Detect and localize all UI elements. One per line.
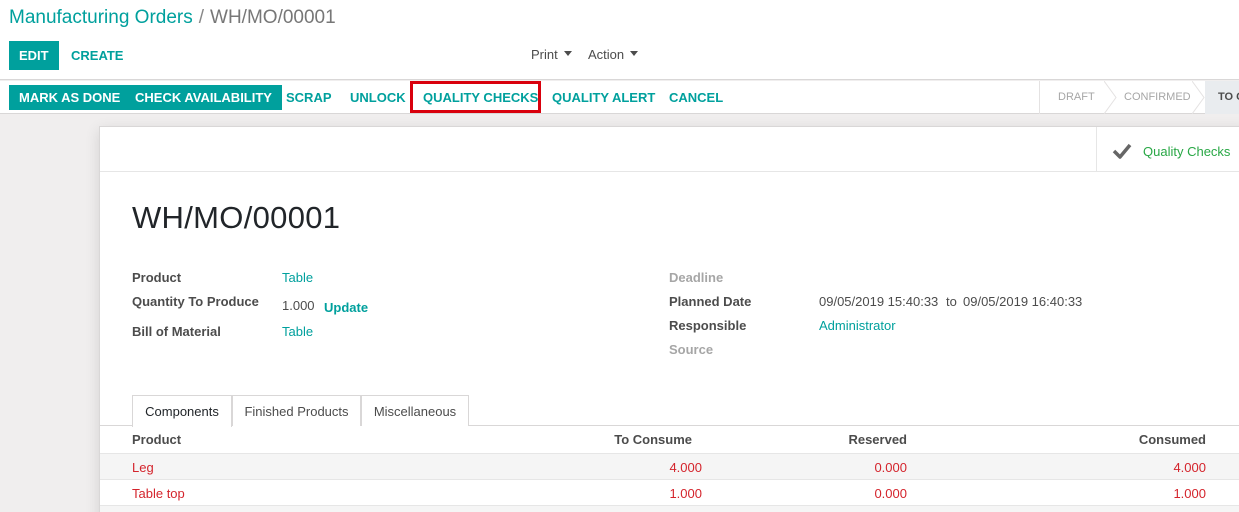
quantity-label: Quantity To Produce — [132, 294, 259, 309]
tab-miscellaneous[interactable]: Miscellaneous — [361, 395, 469, 426]
column-header-consumed[interactable]: Consumed — [1066, 432, 1206, 447]
quality-checks-smart-label: Quality Checks — [1143, 144, 1231, 159]
stage-confirmed[interactable]: CONFIRMED — [1124, 81, 1191, 114]
column-header-to-consume[interactable]: To Consume — [552, 432, 692, 447]
responsible-field[interactable]: Administrator — [819, 318, 896, 333]
notebook-tabs: Components Finished Products Miscellaneo… — [100, 395, 1239, 427]
source-label: Source — [669, 342, 714, 357]
bom-label: Bill of Material — [132, 324, 221, 339]
quality-alert-button[interactable]: QUALITY ALERT — [546, 85, 661, 110]
planned-end-field[interactable]: 09/05/2019 16:40:33 — [963, 294, 1082, 309]
print-dropdown[interactable]: Print — [531, 47, 572, 62]
control-panel: Manufacturing Orders / WH/MO/00001 EDIT CR… — [0, 0, 1239, 80]
check-icon — [1112, 143, 1132, 159]
breadcrumb-separator: / — [198, 7, 205, 28]
stage-chevron-icon — [1104, 81, 1117, 114]
cell-product: Table top — [132, 486, 185, 501]
bom-field[interactable]: Table — [282, 324, 313, 339]
unlock-button[interactable]: UNLOCK — [344, 85, 412, 110]
breadcrumb-parent-link[interactable]: Manufacturing Orders — [9, 7, 193, 28]
quality-checks-smart-button[interactable]: Quality Checks — [1096, 127, 1239, 172]
table-empty-row — [100, 505, 1239, 512]
table-row[interactable]: Table top 1.000 0.000 1.000 — [100, 479, 1239, 505]
tab-finished-products[interactable]: Finished Products — [232, 395, 361, 426]
stage-draft[interactable]: DRAFT — [1058, 81, 1095, 114]
update-quantity-button[interactable]: Update — [324, 300, 368, 315]
caret-down-icon — [563, 51, 572, 57]
cell-to-consume: 4.000 — [669, 460, 702, 475]
scrap-button[interactable]: SCRAP — [280, 85, 338, 110]
column-header-reserved[interactable]: Reserved — [767, 432, 907, 447]
tab-components[interactable]: Components — [132, 395, 232, 427]
edit-button[interactable]: EDIT — [9, 41, 59, 70]
quality-checks-highlight-box — [410, 81, 541, 113]
product-field[interactable]: Table — [282, 270, 313, 285]
caret-down-icon — [630, 51, 639, 57]
cell-reserved: 0.000 — [874, 486, 907, 501]
responsible-label: Responsible — [669, 318, 747, 333]
cell-to-consume: 1.000 — [669, 486, 702, 501]
mark-as-done-button[interactable]: MARK AS DONE — [9, 85, 131, 110]
status-bar: MARK AS DONE CHECK AVAILABILITY SCRAP UN… — [0, 81, 1239, 114]
check-availability-button[interactable]: CHECK AVAILABILITY — [125, 85, 282, 110]
stage-chevron-icon — [1192, 81, 1205, 114]
table-row[interactable]: Leg 4.000 0.000 4.000 — [100, 453, 1239, 479]
stage-pipeline: DRAFT CONFIRMED TO C — [1039, 81, 1239, 114]
column-header-product[interactable]: Product — [132, 432, 181, 447]
stage-active: TO C — [1205, 81, 1239, 114]
planned-date-label: Planned Date — [669, 294, 752, 309]
quantity-field[interactable]: 1.000 — [282, 298, 315, 313]
action-label: Action — [588, 47, 625, 62]
product-label: Product — [132, 270, 182, 285]
create-button[interactable]: CREATE — [64, 41, 130, 70]
form-sheet: Quality Checks WH/MO/00001 Product Table… — [99, 126, 1239, 512]
record-title: WH/MO/00001 — [132, 200, 341, 235]
cell-consumed: 4.000 — [1173, 460, 1206, 475]
cell-reserved: 0.000 — [874, 460, 907, 475]
planned-to-label: to — [946, 294, 957, 309]
button-box: Quality Checks — [100, 127, 1239, 172]
cell-consumed: 1.000 — [1173, 486, 1206, 501]
cell-product: Leg — [132, 460, 154, 475]
action-dropdown[interactable]: Action — [588, 47, 639, 62]
breadcrumb: Manufacturing Orders / WH/MO/00001 — [9, 7, 336, 29]
deadline-label: Deadline — [669, 270, 724, 285]
breadcrumb-current: WH/MO/00001 — [210, 7, 336, 28]
print-label: Print — [531, 47, 558, 62]
planned-start-field[interactable]: 09/05/2019 15:40:33 — [819, 294, 938, 309]
cancel-button[interactable]: CANCEL — [663, 85, 729, 110]
